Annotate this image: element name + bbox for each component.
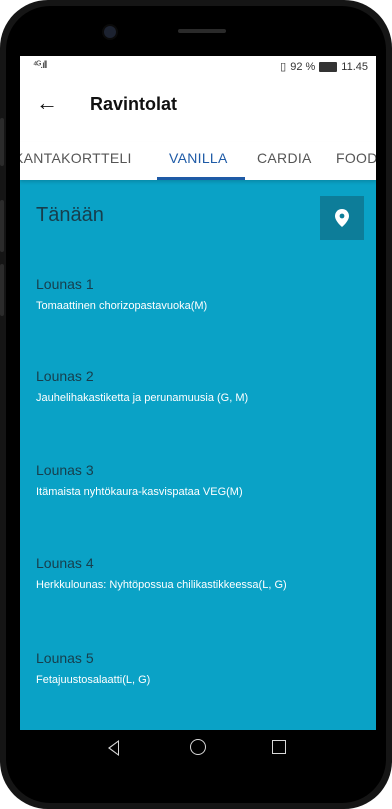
phone-frame: ⁴ᴳ.ıll ▯ 92 % 11.45 ← Ravintolat KANTAKO… [0,0,392,809]
power-button [0,200,4,252]
meal-title: Lounas 4 [36,555,94,571]
map-button[interactable] [320,196,364,240]
volume-button [0,118,4,166]
meal-description: Jauhelihakastiketta ja perunamuusia (G, … [36,392,249,404]
page-title: Ravintolat [90,94,178,114]
tab-food[interactable]: FOOD [336,150,376,166]
restaurant-tabs: KANTAKORTTELI VANILLA CARDIA FOOD [20,142,376,180]
signal-icon: ⁴ᴳ.ıll [33,60,47,71]
section-title: Tänään [36,204,104,226]
status-right: ▯ 92 % 11.45 [280,60,368,74]
nav-recent-square-icon[interactable] [272,740,286,754]
tab-kantakortteli[interactable]: KANTAKORTTELI [20,150,132,166]
app-screen: ⁴ᴳ.ıll ▯ 92 % 11.45 ← Ravintolat KANTAKO… [20,56,376,730]
active-tab-indicator [157,177,245,180]
tab-vanilla[interactable]: VANILLA [169,150,228,166]
battery-icon [319,61,338,72]
menu-content: Tänään Lounas 1 Tomaattinen chorizopasta… [20,180,376,730]
meal-title: Lounas 2 [36,368,94,384]
front-camera [104,26,116,38]
side-button [0,264,4,316]
tab-cardia[interactable]: CARDIA [257,150,312,166]
app-bar: ← Ravintolat [20,78,376,132]
battery-percentage: 92 % [290,60,316,73]
arrow-left-icon[interactable]: ← [36,92,58,114]
earpiece-speaker [178,29,226,33]
meal-description: Tomaattinen chorizopastavuoka(M) [36,300,208,312]
map-pin-icon [335,209,349,227]
nav-back-triangle-icon[interactable] [108,740,119,756]
status-time: 11.45 [341,60,368,73]
meal-title: Lounas 3 [36,462,94,478]
nav-home-circle-icon[interactable] [190,739,206,755]
meal-description: Herkkulounas: Nyhtöpossua chilikastikkee… [36,579,287,591]
vibrate-icon: ▯ [280,61,287,73]
status-bar: ⁴ᴳ.ıll ▯ 92 % 11.45 [20,56,376,78]
system-nav-bar [20,730,376,774]
meal-title: Lounas 1 [36,276,94,292]
meal-description: Itämaista nyhtökaura-kasvispataa VEG(M) [36,486,243,498]
meal-description: Fetajuustosalaatti(L, G) [36,674,151,686]
meal-title: Lounas 5 [36,650,94,666]
